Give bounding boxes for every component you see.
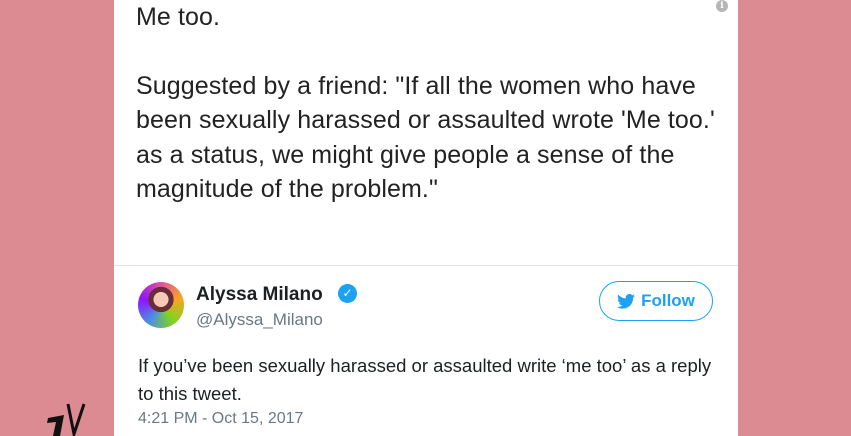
follow-button[interactable]: Follow — [599, 281, 713, 321]
tweet-timestamp[interactable]: 4:21 PM - Oct 15, 2017 — [138, 410, 303, 428]
post-card: i Me too. Suggested by a friend: "If all… — [114, 0, 738, 436]
handle[interactable]: @Alyssa_Milano — [196, 310, 323, 330]
tweet-text: If you’ve been sexually harassed or assa… — [138, 355, 712, 404]
post-text: Me too. Suggested by a friend: "If all t… — [136, 0, 726, 207]
twitter-bird-icon — [617, 293, 636, 309]
verified-badge-icon: ✓ — [338, 284, 357, 303]
avatar[interactable] — [138, 282, 184, 328]
display-name[interactable]: Alyssa Milano — [196, 284, 323, 306]
embedded-tweet: Alyssa Milano ✓ @Alyssa_Milano Follow If… — [114, 266, 738, 436]
follow-label: Follow — [641, 291, 695, 310]
post-text-line-1: Me too. — [136, 3, 221, 31]
post-text-paragraph: Suggested by a friend: "If all the women… — [136, 71, 715, 204]
channel-logo — [47, 403, 86, 436]
